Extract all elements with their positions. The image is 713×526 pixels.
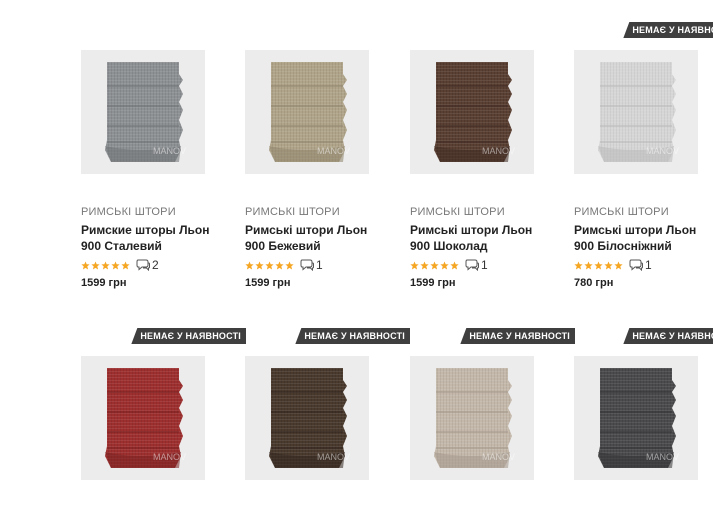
star-icon xyxy=(81,260,90,270)
product-image[interactable]: MANOV xyxy=(410,50,534,174)
star-icon xyxy=(265,260,274,270)
product-grid: MANOV РИМСЬКІ ШТОРИ Римские шторы Льон 900… xyxy=(0,0,713,512)
product-title-link[interactable]: Римські штори Льон 900 Білосніжний xyxy=(574,222,713,254)
svg-text:MANOV: MANOV xyxy=(153,452,186,462)
out-of-stock-badge: НЕМАЄ У НАЯВНОСТІ xyxy=(295,328,410,344)
product-image[interactable]: MANOV xyxy=(81,50,205,174)
product-card[interactable]: НЕМАЄ У НАЯВНОСТІ MANOV РИМСЬКІ ШТОРИ Римсь… xyxy=(574,0,713,289)
star-icon xyxy=(430,260,439,270)
product-card[interactable]: НЕМАЄ У НАЯВНОСТІ MANOV xyxy=(245,306,410,526)
out-of-stock-badge: НЕМАЄ У НАЯВНОСТІ xyxy=(623,328,713,344)
product-card[interactable]: MANOV РИМСЬКІ ШТОРИ Римские шторы Льон 900… xyxy=(81,0,231,289)
star-icon xyxy=(450,260,459,270)
product-category-link[interactable]: РИМСЬКІ ШТОРИ xyxy=(574,206,669,218)
star-icon xyxy=(420,260,429,270)
reviews-link[interactable]: 2 xyxy=(136,258,159,272)
star-rating xyxy=(574,260,623,270)
svg-text:MANOV: MANOV xyxy=(482,452,515,462)
product-price: 1599 грн xyxy=(410,277,456,289)
comment-icon xyxy=(300,259,314,271)
product-card[interactable]: НЕМАЄ У НАЯВНОСТІ MANOV xyxy=(410,306,575,526)
review-count: 1 xyxy=(481,258,488,272)
svg-text:MANOV: MANOV xyxy=(646,452,679,462)
review-count: 1 xyxy=(645,258,652,272)
reviews-link[interactable]: 1 xyxy=(465,258,488,272)
out-of-stock-badge: НЕМАЄ У НАЯВНОСТІ xyxy=(131,328,246,344)
product-card[interactable]: MANOV РИМСЬКІ ШТОРИ Римські штори Льон 900… xyxy=(410,0,560,289)
out-of-stock-badge: НЕМАЄ У НАЯВНОСТІ xyxy=(460,328,575,344)
product-category-link[interactable]: РИМСЬКІ ШТОРИ xyxy=(245,206,340,218)
star-icon xyxy=(91,260,100,270)
out-of-stock-badge: НЕМАЄ У НАЯВНОСТІ xyxy=(623,22,713,38)
star-rating xyxy=(81,260,130,270)
product-price: 1599 грн xyxy=(245,277,291,289)
star-icon xyxy=(245,260,254,270)
star-icon xyxy=(275,260,284,270)
star-icon xyxy=(111,260,120,270)
star-rating xyxy=(245,260,294,270)
comment-icon xyxy=(629,259,643,271)
product-rating: 1 xyxy=(410,258,488,272)
star-rating xyxy=(410,260,459,270)
star-icon xyxy=(574,260,583,270)
star-icon xyxy=(255,260,264,270)
reviews-link[interactable]: 1 xyxy=(629,258,652,272)
star-icon xyxy=(285,260,294,270)
comment-icon xyxy=(136,259,150,271)
product-price: 1599 грн xyxy=(81,277,127,289)
comment-icon xyxy=(465,259,479,271)
star-icon xyxy=(101,260,110,270)
product-image[interactable]: MANOV xyxy=(574,50,698,174)
review-count: 2 xyxy=(152,258,159,272)
svg-text:MANOV: MANOV xyxy=(153,146,186,156)
product-image[interactable]: MANOV xyxy=(574,356,698,480)
star-icon xyxy=(604,260,613,270)
product-category-link[interactable]: РИМСЬКІ ШТОРИ xyxy=(81,206,176,218)
product-rating: 1 xyxy=(245,258,323,272)
product-price: 780 грн xyxy=(574,277,614,289)
product-card[interactable]: НЕМАЄ У НАЯВНОСТІ MANOV xyxy=(81,306,246,526)
reviews-link[interactable]: 1 xyxy=(300,258,323,272)
review-count: 1 xyxy=(316,258,323,272)
star-icon xyxy=(594,260,603,270)
product-card[interactable]: НЕМАЄ У НАЯВНОСТІ MANOV xyxy=(574,306,713,526)
product-rating: 2 xyxy=(81,258,159,272)
star-icon xyxy=(584,260,593,270)
product-image[interactable]: MANOV xyxy=(245,50,369,174)
star-icon xyxy=(121,260,130,270)
svg-text:MANOV: MANOV xyxy=(317,452,350,462)
star-icon xyxy=(614,260,623,270)
svg-text:MANOV: MANOV xyxy=(482,146,515,156)
product-title-link[interactable]: Римські штори Льон 900 Бежевий xyxy=(245,222,385,254)
svg-text:MANOV: MANOV xyxy=(646,146,679,156)
product-rating: 1 xyxy=(574,258,652,272)
product-image[interactable]: MANOV xyxy=(81,356,205,480)
product-category-link[interactable]: РИМСЬКІ ШТОРИ xyxy=(410,206,505,218)
product-title-link[interactable]: Римські штори Льон 900 Шоколад xyxy=(410,222,550,254)
svg-text:MANOV: MANOV xyxy=(317,146,350,156)
star-icon xyxy=(440,260,449,270)
product-image[interactable]: MANOV xyxy=(245,356,369,480)
product-title-link[interactable]: Римские шторы Льон 900 Сталевий xyxy=(81,222,221,254)
product-image[interactable]: MANOV xyxy=(410,356,534,480)
product-card[interactable]: MANOV РИМСЬКІ ШТОРИ Римські штори Льон 900… xyxy=(245,0,395,289)
star-icon xyxy=(410,260,419,270)
